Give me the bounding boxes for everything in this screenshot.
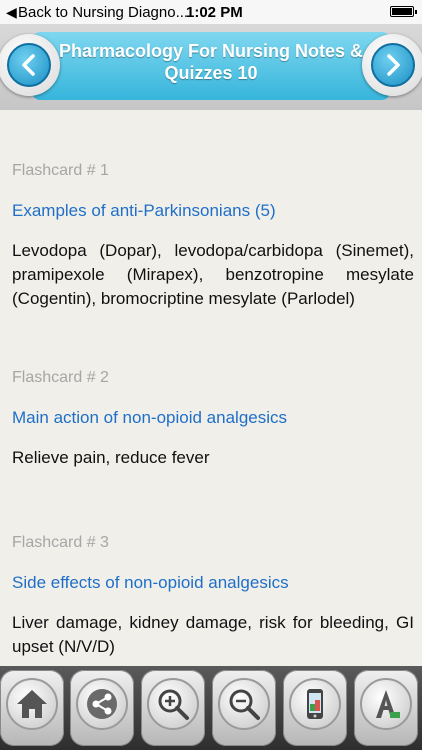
flashcard: Flashcard # 3 Side effects of non-opioid… [12,534,414,659]
zoom-in-button[interactable] [141,670,205,746]
flashcard-question: Examples of anti-Parkinsonians (5) [12,201,276,220]
flashcard-number: Flashcard # 3 [12,534,109,551]
share-icon [87,689,117,719]
next-button[interactable] [362,34,422,96]
page-title: Pharmacology For Nursing Notes & Quizzes… [58,41,364,83]
flashcard-question: Side effects of non-opioid analgesics [12,573,289,592]
zoom-in-icon [158,689,189,720]
zoom-out-button[interactable] [212,670,276,746]
flashcard-number: Flashcard # 1 [12,162,109,179]
battery-icon [390,6,417,17]
back-arrow-icon[interactable]: ◀ [6,4,17,21]
previous-button[interactable] [0,34,60,96]
flashcard-question: Main action of non-opioid analgesics [12,408,288,427]
status-bar: ◀ Back to Nursing Diagno... 1:02 PM [0,0,422,24]
flashcard-list[interactable]: Flashcard # 1 Examples of anti-Parkinson… [0,110,422,666]
back-to-app-link[interactable]: Back to Nursing Diagno... [18,4,188,21]
share-button[interactable] [70,670,134,746]
flashcard: Flashcard # 1 Examples of anti-Parkinson… [12,162,414,311]
chevron-left-icon [22,54,35,76]
font-icon [376,690,400,718]
flashcard-answer: Levodopa (Dopar), levodopa/carbidopa (Si… [12,241,414,308]
header: Pharmacology For Nursing Notes & Quizzes… [0,24,422,110]
flashcard-answer: Relieve pain, reduce fever [12,448,210,467]
device-button[interactable] [283,670,347,746]
status-time: 1:02 PM [186,4,243,21]
flashcard-number: Flashcard # 2 [12,369,109,386]
zoom-out-icon [229,689,260,720]
home-button[interactable] [0,670,64,746]
bottom-toolbar [0,666,422,750]
flashcard-answer: Liver damage, kidney damage, risk for bl… [12,613,414,656]
home-icon [17,690,47,718]
font-button[interactable] [354,670,418,746]
flashcard: Flashcard # 2 Main action of non-opioid … [12,369,414,470]
chevron-right-icon [387,54,400,76]
phone-icon [307,689,323,719]
